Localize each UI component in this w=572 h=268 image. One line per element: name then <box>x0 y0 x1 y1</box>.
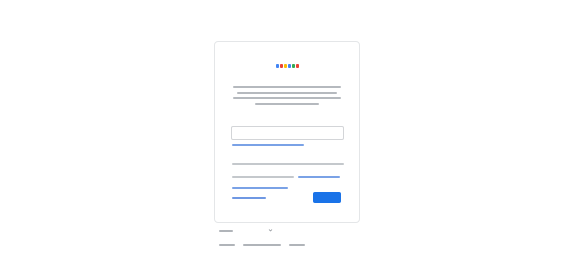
logo-letter <box>287 64 291 68</box>
language-selected <box>219 230 233 232</box>
logo-letter <box>283 64 287 68</box>
logo-letter <box>295 64 299 68</box>
forgot-email-link[interactable] <box>232 144 304 146</box>
signin-description <box>233 86 341 108</box>
next-button[interactable] <box>313 192 341 203</box>
footer-links <box>219 242 359 248</box>
footer-link-terms[interactable] <box>289 244 305 246</box>
chevron-down-icon <box>268 229 273 232</box>
guest-mode-notice <box>232 163 344 192</box>
email-input[interactable] <box>231 126 344 140</box>
language-selector[interactable] <box>219 228 275 234</box>
logo-letter <box>275 64 279 68</box>
footer-link-help[interactable] <box>219 244 235 246</box>
logo-letter <box>279 64 283 68</box>
create-account-button[interactable] <box>232 197 266 199</box>
google-logo <box>215 60 359 70</box>
privacy-link[interactable] <box>297 176 341 178</box>
logo-letter <box>291 64 295 68</box>
footer-link-privacy[interactable] <box>243 244 281 246</box>
signin-card <box>214 41 360 223</box>
